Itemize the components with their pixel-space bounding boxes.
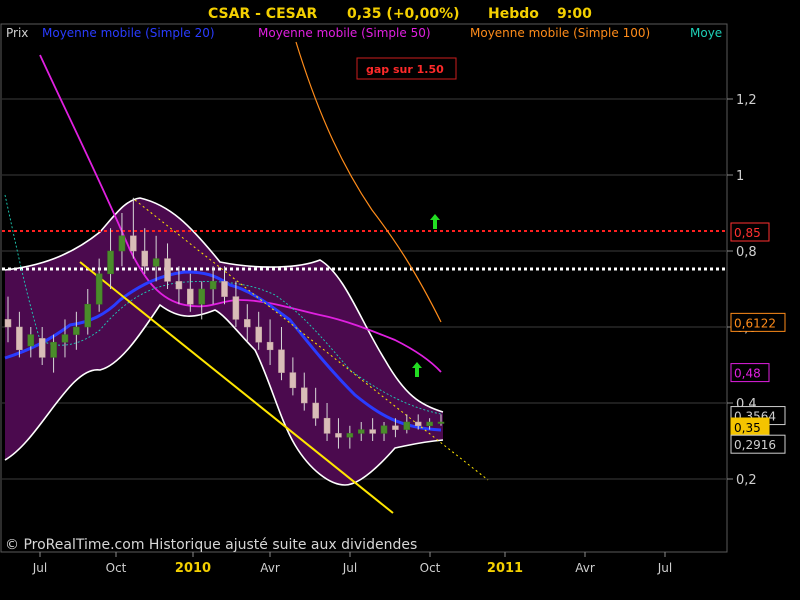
price-tag: 0,2916 [730, 434, 786, 454]
annotation-gap: gap sur 1.50 [366, 63, 444, 76]
stock-chart: CSAR - CESAR 0,35 (+0,00%) Hebdo 9:00 Pr… [0, 0, 800, 600]
x-tick-label: Oct [420, 561, 441, 575]
candle-body [301, 387, 308, 404]
header-time: 9:00 [557, 6, 592, 22]
candle-body [414, 421, 422, 427]
candle-body [392, 425, 399, 430]
candle-body [437, 421, 445, 424]
legend: Prix Moyenne mobile (Simple 20) Moyenne … [6, 26, 722, 40]
candle-body [198, 288, 205, 305]
x-tick-label: Jul [657, 561, 672, 575]
candle-body [118, 235, 126, 252]
legend-sma-extra: Moye [690, 26, 722, 40]
candle-body [95, 273, 103, 305]
candle-body [369, 429, 376, 434]
candle-body [61, 334, 69, 343]
candle-body [335, 433, 342, 438]
candle-body [232, 296, 240, 320]
candle-body [152, 258, 160, 267]
price-tag: 0,85 [730, 222, 770, 242]
x-tick-label: Jul [32, 561, 47, 575]
legend-price: Prix [6, 26, 28, 40]
candle-body [380, 425, 388, 434]
x-tick-label: Avr [260, 561, 280, 575]
legend-sma20: Moyenne mobile (Simple 20) [42, 26, 215, 40]
header-quote: 0,35 (+0,00%) [347, 6, 460, 22]
header-symbol: CSAR - CESAR [208, 6, 318, 22]
candle-body [164, 258, 171, 282]
candle-body [312, 402, 319, 419]
candle-body [209, 281, 217, 290]
candle-body [255, 326, 262, 343]
x-tick-label: Jul [342, 561, 357, 575]
price-tag-label: 0,48 [734, 367, 761, 381]
candle-body [141, 250, 148, 267]
price-tag-label: 0,35 [734, 421, 761, 435]
chart-header: CSAR - CESAR 0,35 (+0,00%) Hebdo 9:00 [208, 6, 592, 22]
candle-body [244, 319, 251, 328]
candle-body [175, 281, 183, 290]
legend-sma50: Moyenne mobile (Simple 50) [258, 26, 431, 40]
watermark-text: © ProRealTime.com Historique ajusté suit… [5, 537, 417, 553]
candle-body [187, 288, 194, 305]
candle-body [16, 326, 23, 351]
y-tick-label: 1,2 [736, 93, 757, 108]
candle-body [107, 250, 114, 275]
candle-body [323, 417, 331, 434]
candle-body [426, 421, 433, 427]
y-tick-label: 0,8 [736, 245, 757, 260]
x-tick-label: Avr [575, 561, 595, 575]
candle-body [73, 326, 80, 335]
candle-body [84, 303, 92, 328]
price-tag-label: 0,2916 [734, 438, 776, 452]
price-tag: 0,48 [730, 363, 770, 383]
candle-body [289, 372, 297, 389]
price-tag: 0,6122 [730, 312, 786, 332]
candle-body [38, 338, 46, 358]
candle-body [357, 429, 365, 434]
price-tag: 0,35 [730, 417, 770, 437]
candle-body [130, 235, 137, 252]
x-tick-label: 2011 [487, 561, 523, 576]
candle-body [4, 319, 12, 328]
header-period: Hebdo [488, 6, 539, 22]
candle-body [27, 334, 35, 347]
x-tick-label: 2010 [175, 561, 211, 576]
y-tick-label: 1 [736, 169, 744, 184]
candle-body [50, 341, 57, 358]
candle-body [403, 421, 411, 430]
x-tick-label: Oct [106, 561, 127, 575]
y-tick-label: 0,2 [736, 473, 757, 488]
price-tag-label: 0,6122 [734, 316, 776, 330]
price-tag-label: 0,85 [734, 226, 761, 240]
candle-body [221, 281, 228, 297]
legend-sma100: Moyenne mobile (Simple 100) [470, 26, 650, 40]
candle-body [278, 349, 285, 373]
candle-body [346, 433, 354, 438]
candle-body [266, 341, 274, 351]
